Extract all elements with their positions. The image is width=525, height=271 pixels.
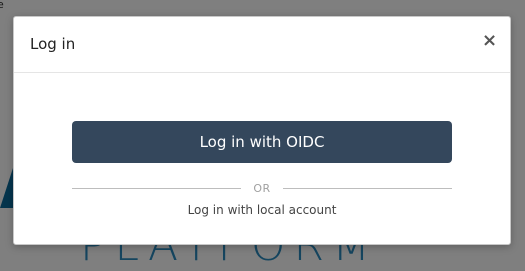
separator-line-right xyxy=(282,187,452,189)
local-account-link[interactable]: Log in with local account xyxy=(72,203,452,217)
modal-header: Log in × xyxy=(14,17,510,73)
separator-text: OR xyxy=(253,181,271,195)
oidc-login-button[interactable]: Log in with OIDC xyxy=(72,121,452,163)
close-icon[interactable]: × xyxy=(482,31,497,51)
separator-line-left xyxy=(72,187,242,189)
modal-body: Log in with OIDC OR Log in with local ac… xyxy=(14,73,510,245)
or-separator: OR xyxy=(72,181,452,195)
login-modal: Log in × Log in with OIDC OR Log in with… xyxy=(13,16,511,245)
modal-title: Log in xyxy=(30,35,76,53)
